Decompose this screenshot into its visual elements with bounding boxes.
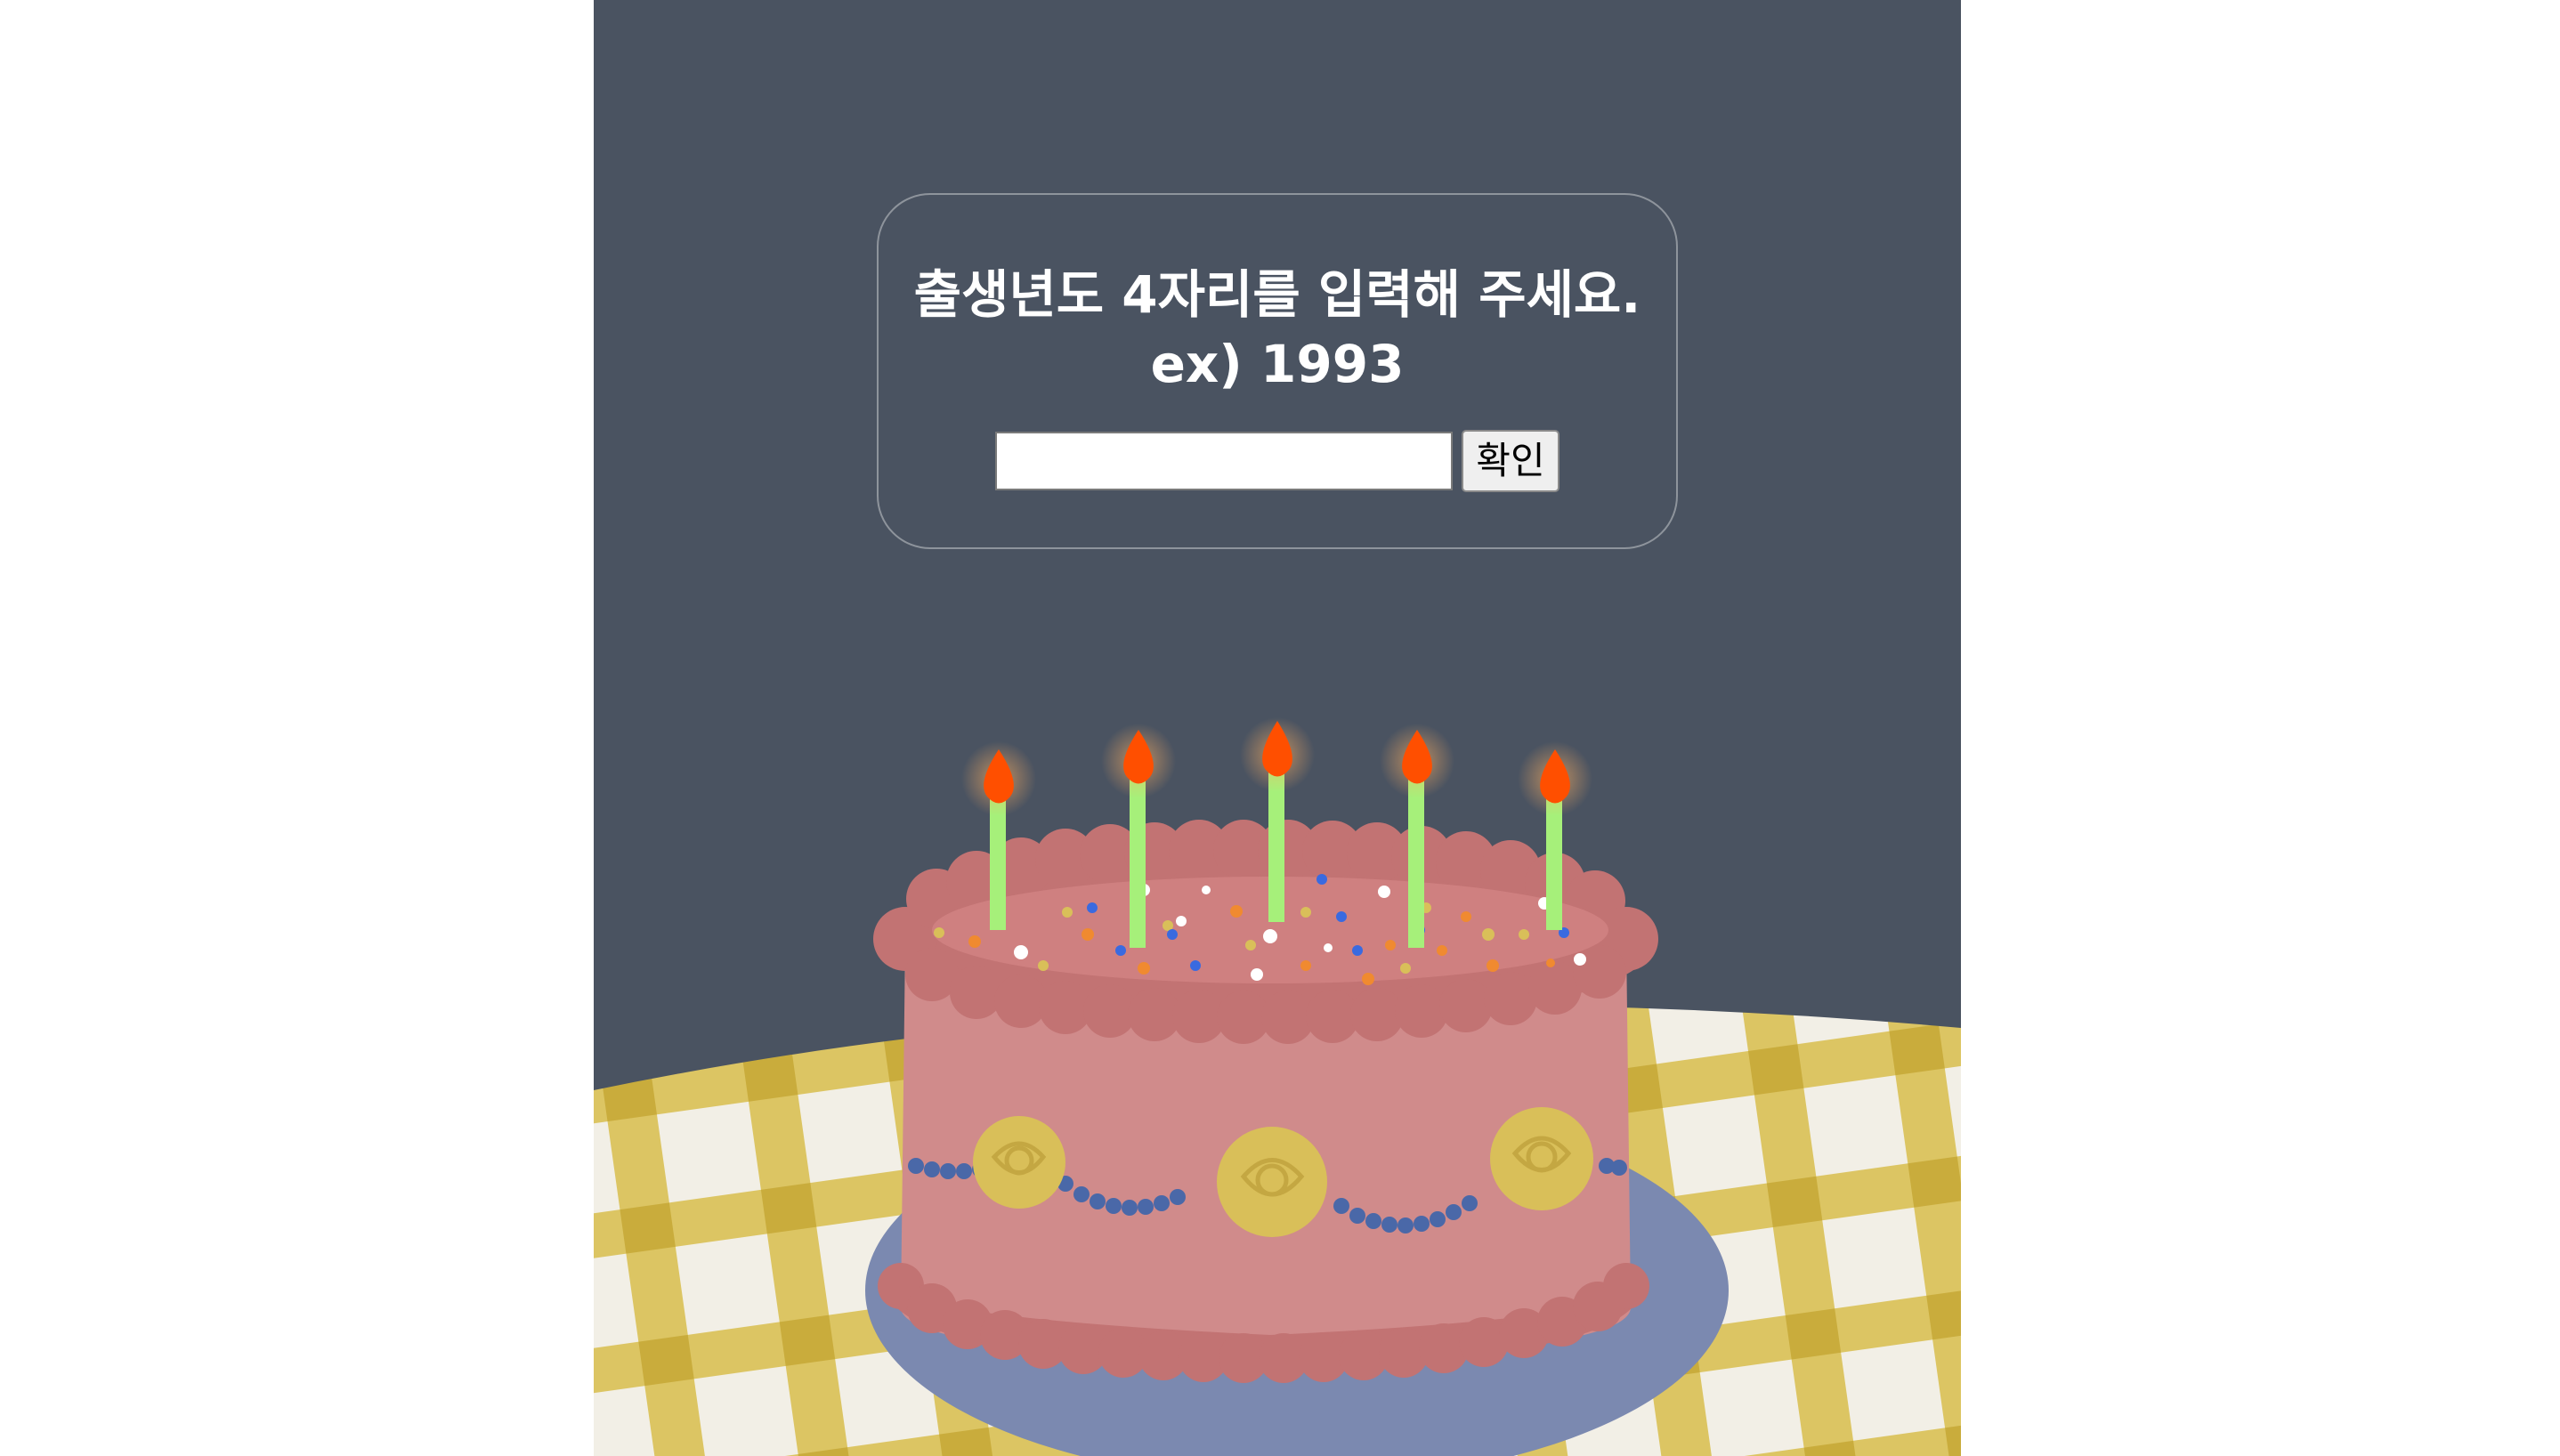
confirm-button[interactable]: 확인: [1462, 430, 1559, 492]
birth-year-input[interactable]: [995, 432, 1454, 490]
prompt-instruction: 출생년도 4자리를 입력해 주세요.: [913, 264, 1641, 325]
rose-left: [973, 1116, 1065, 1209]
birthday-page: 출생년도 4자리를 입력해 주세요. ex) 1993 확인: [594, 0, 1961, 1456]
rose-right: [1490, 1107, 1593, 1210]
prompt-example: ex) 1993: [1150, 334, 1405, 394]
birth-year-form: 확인: [879, 430, 1676, 492]
rose-center: [1217, 1127, 1327, 1237]
birth-year-prompt-box: 출생년도 4자리를 입력해 주세요. ex) 1993 확인: [877, 193, 1678, 549]
